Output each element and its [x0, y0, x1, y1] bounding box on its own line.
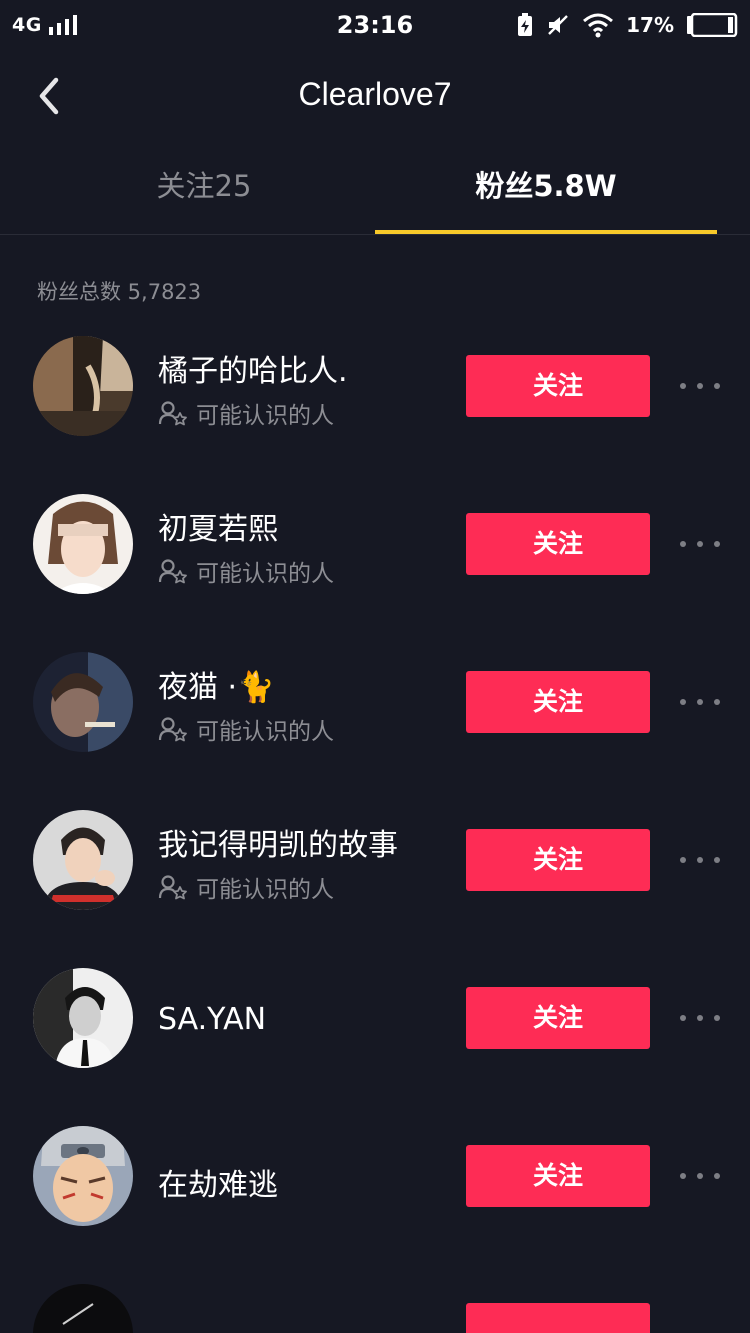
subtitle-text: 可能认识的人 [196, 561, 334, 587]
follower-row[interactable]: 初夏若熙 可能认识的人 关注 [0, 490, 750, 602]
friends-icon [158, 401, 187, 426]
battery-saver-icon [518, 13, 533, 36]
more-dot [680, 541, 686, 547]
avatar[interactable] [33, 494, 133, 594]
more-options-button[interactable] [680, 528, 720, 560]
subtitle-text: 可能认识的人 [196, 719, 334, 745]
friends-icon [158, 875, 187, 900]
more-options-button[interactable] [680, 844, 720, 876]
wifi-icon [583, 13, 614, 38]
avatar[interactable] [33, 336, 133, 436]
avatar[interactable] [33, 810, 133, 910]
friends-icon [158, 717, 187, 742]
more-dot [680, 1015, 686, 1021]
subtitle-text: 可能认识的人 [196, 403, 334, 429]
navigation-bar: Clearlove7 [0, 52, 750, 144]
more-dot [714, 699, 720, 705]
follower-subtitle: 可能认识的人 [158, 870, 334, 904]
active-tab-indicator [375, 230, 717, 234]
follow-button[interactable]: 关注 [466, 671, 650, 733]
tab-followers[interactable]: 粉丝5.8W [375, 144, 717, 234]
follower-row[interactable] [0, 1280, 750, 1333]
follower-subtitle: 可能认识的人 [158, 554, 334, 588]
more-dot [714, 857, 720, 863]
more-dot [697, 699, 703, 705]
page-title: Clearlove7 [298, 76, 452, 112]
follower-row[interactable]: 我记得明凯的故事 可能认识的人 关注 [0, 806, 750, 918]
more-dot [714, 541, 720, 547]
more-dot [697, 857, 703, 863]
follow-button[interactable]: 关注 [466, 355, 650, 417]
cat-icon: 🐈 [237, 670, 275, 705]
tab-following[interactable]: 关注25 [33, 144, 375, 234]
battery-percent: 17% [626, 13, 674, 37]
more-dot [680, 699, 686, 705]
follower-name[interactable]: SA.YAN [158, 1002, 266, 1037]
status-icons: 17% [516, 10, 738, 40]
follow-button[interactable]: 关注 [466, 987, 650, 1049]
more-options-button[interactable] [680, 370, 720, 402]
avatar[interactable] [33, 652, 133, 752]
follower-name[interactable]: 我记得明凯的故事 [158, 820, 398, 864]
follower-row[interactable]: 橘子的哈比人. 可能认识的人 关注 [0, 332, 750, 444]
follower-subtitle: 可能认识的人 [158, 396, 334, 430]
follower-name[interactable]: 在劫难逃 [158, 1160, 278, 1204]
follower-name-text: 夜猫 · [158, 670, 238, 705]
follower-subtitle: 可能认识的人 [158, 712, 334, 746]
more-dot [714, 383, 720, 389]
more-dot [697, 1173, 703, 1179]
more-dot [680, 857, 686, 863]
follower-name[interactable]: 初夏若熙 [158, 504, 278, 548]
more-options-button[interactable] [680, 1002, 720, 1034]
more-options-button[interactable] [680, 1160, 720, 1192]
more-dot [714, 1015, 720, 1021]
more-dot [714, 1173, 720, 1179]
more-options-button[interactable] [680, 686, 720, 718]
status-bar: 4G 23:16 17% [0, 0, 750, 52]
mute-icon [548, 15, 568, 35]
avatar[interactable] [33, 1284, 133, 1333]
battery-icon [687, 13, 738, 37]
follower-name[interactable]: 橘子的哈比人. [158, 346, 348, 390]
tab-bar: 关注25 粉丝5.8W [0, 144, 750, 235]
more-dot [680, 383, 686, 389]
avatar[interactable] [33, 968, 133, 1068]
avatar[interactable] [33, 1126, 133, 1226]
follow-button[interactable] [466, 1303, 650, 1333]
follow-button[interactable]: 关注 [466, 1145, 650, 1207]
follow-button[interactable]: 关注 [466, 513, 650, 575]
follower-name[interactable]: 夜猫 ·🐈 [158, 662, 274, 706]
follower-row[interactable]: 夜猫 ·🐈 可能认识的人 关注 [0, 648, 750, 760]
follower-row[interactable]: 在劫难逃 关注 [0, 1122, 750, 1234]
followers-screen: 4G 23:16 17% Clearlove7 关注25 粉丝5.8W 粉丝总数… [0, 0, 750, 1333]
follower-row[interactable]: SA.YAN 关注 [0, 964, 750, 1076]
more-dot [680, 1173, 686, 1179]
more-dot [697, 1015, 703, 1021]
follower-total-count: 粉丝总数 5,7823 [37, 280, 202, 304]
follow-button[interactable]: 关注 [466, 829, 650, 891]
friends-icon [158, 559, 187, 584]
more-dot [697, 383, 703, 389]
subtitle-text: 可能认识的人 [196, 877, 334, 903]
more-dot [697, 541, 703, 547]
